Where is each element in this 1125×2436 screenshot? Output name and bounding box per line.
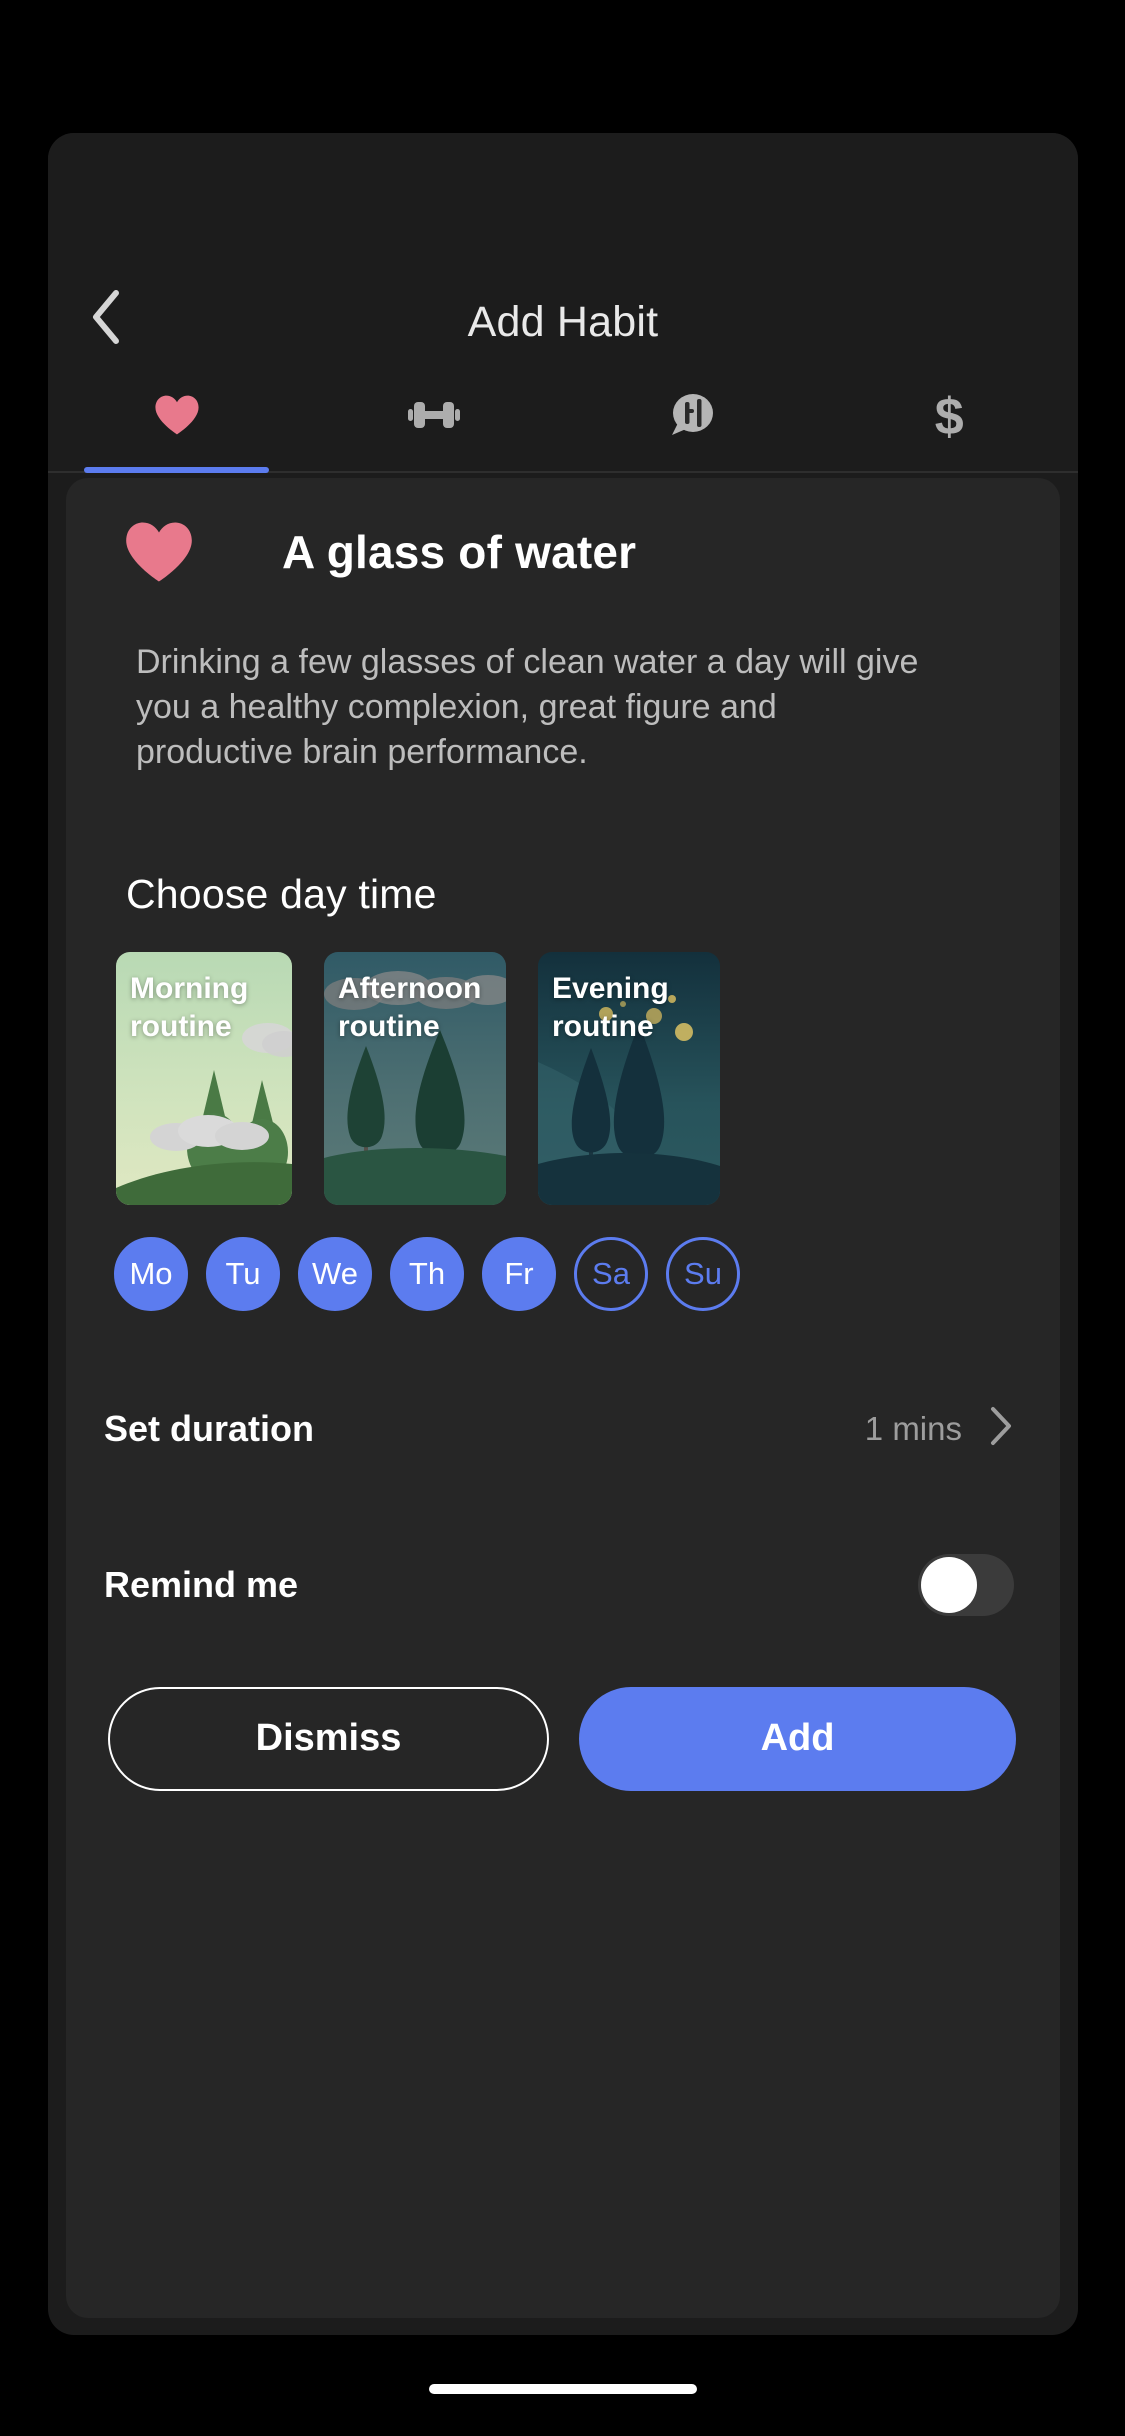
weekday-chip-we[interactable]: We: [298, 1236, 372, 1311]
add-button[interactable]: Add: [579, 1686, 1016, 1791]
duration-value: 1 mins: [864, 1409, 962, 1447]
routine-card-evening[interactable]: Evening routine: [538, 951, 720, 1205]
choose-day-time-title: Choose day time: [126, 870, 437, 917]
routine-label: Evening routine: [552, 971, 669, 1044]
routine-card-morning[interactable]: Morning routine: [116, 951, 292, 1205]
top-bar: Add Habit: [48, 133, 1078, 363]
action-buttons: Dismiss Add: [108, 1686, 1016, 1791]
category-tab-bar: $: [48, 363, 1078, 473]
tab-fitness[interactable]: [306, 363, 564, 471]
add-habit-sheet: A glass of water Drinking a few glasses …: [66, 478, 1060, 2318]
tab-finance[interactable]: $: [821, 363, 1079, 471]
routine-options: Morning routine Afternoon routine Evenin…: [116, 951, 1060, 1205]
speech-bubble-icon: [668, 391, 716, 444]
remind-me-row: Remind me: [104, 1537, 1014, 1633]
dumbbell-icon: [408, 398, 461, 437]
tab-health[interactable]: [48, 363, 306, 473]
remind-me-label: Remind me: [104, 1563, 299, 1605]
app-window: Add Habit $ A glass of water Drinking a …: [48, 133, 1078, 2335]
habit-description: Drinking a few glasses of clean water a …: [136, 643, 919, 771]
habit-header: A glass of water: [66, 478, 1060, 584]
routine-card-afternoon[interactable]: Afternoon routine: [324, 951, 506, 1205]
weekday-selector: Mo Tu We Th Fr Sa Su: [114, 1236, 1060, 1311]
home-indicator: [428, 2384, 697, 2394]
weekday-chip-th[interactable]: Th: [390, 1236, 464, 1311]
tab-study[interactable]: [563, 363, 821, 471]
weekday-chip-tu[interactable]: Tu: [206, 1236, 280, 1311]
toggle-knob: [921, 1556, 977, 1613]
weekday-chip-su[interactable]: Su: [666, 1236, 740, 1311]
tab-active-indicator: [84, 467, 270, 473]
set-duration-row[interactable]: Set duration 1 mins: [104, 1381, 1014, 1477]
dollar-sign-icon: $: [934, 388, 964, 446]
weekday-chip-sa[interactable]: Sa: [574, 1236, 648, 1311]
heart-icon: [154, 394, 200, 441]
weekday-chip-mo[interactable]: Mo: [114, 1236, 188, 1311]
routine-label: Afternoon routine: [338, 971, 482, 1044]
habit-title: A glass of water: [282, 526, 637, 578]
remind-me-toggle[interactable]: [918, 1553, 1014, 1616]
dismiss-button[interactable]: Dismiss: [108, 1686, 549, 1791]
chevron-right-icon: [988, 1405, 1014, 1452]
routine-label: Morning routine: [130, 971, 249, 1044]
page-title: Add Habit: [467, 298, 659, 346]
set-duration-label: Set duration: [104, 1407, 315, 1449]
weekday-chip-fr[interactable]: Fr: [482, 1236, 556, 1311]
phone-screen: Add Habit $ A glass of water Drinking a …: [0, 0, 1125, 2436]
heart-icon: [124, 520, 194, 584]
